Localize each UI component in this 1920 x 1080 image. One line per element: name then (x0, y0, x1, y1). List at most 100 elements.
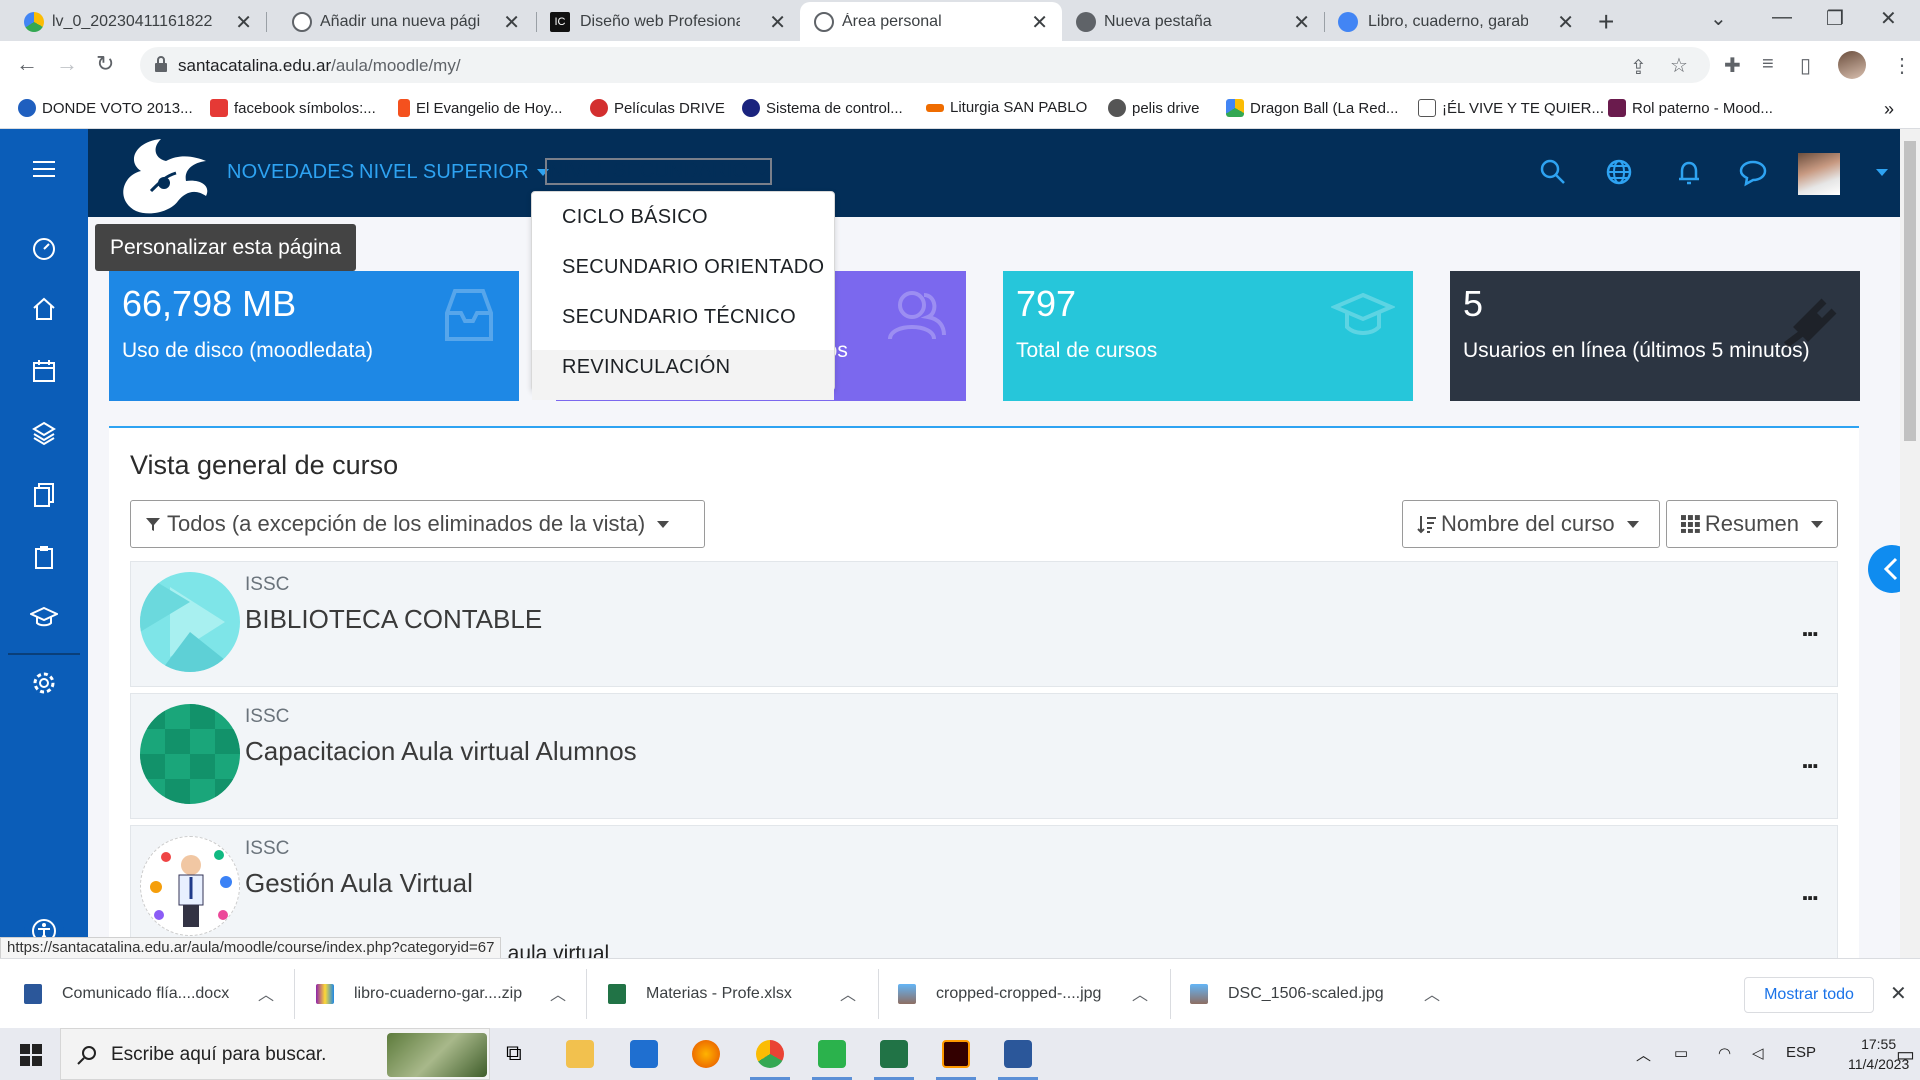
illustrator-icon[interactable] (942, 1040, 970, 1068)
bookmark-item[interactable]: DONDE VOTO 2013... (18, 99, 193, 117)
download-item[interactable]: Comunicado flía....docx (24, 976, 229, 1012)
chevron-up-icon[interactable]: ︿ (1424, 981, 1440, 1005)
close-icon[interactable]: ✕ (1031, 10, 1048, 35)
close-icon[interactable]: ✕ (1557, 10, 1574, 35)
battery-icon[interactable]: ▭ (1674, 1044, 1688, 1062)
user-menu-caret-icon[interactable] (1876, 169, 1888, 176)
messages-chat-icon[interactable] (1738, 157, 1768, 187)
share-icon[interactable]: ⇪ (1630, 55, 1647, 80)
course-actions-menu[interactable]: ... (1801, 612, 1819, 643)
sort-dropdown[interactable]: Nombre del curso (1402, 500, 1660, 548)
nav-novedades[interactable]: NOVEDADES (227, 161, 354, 184)
close-icon[interactable]: ✕ (1890, 981, 1907, 1006)
clipboard-icon[interactable] (30, 543, 58, 571)
close-icon[interactable]: ✕ (235, 10, 252, 35)
menu-dots-icon[interactable]: ⋮ (1892, 53, 1912, 78)
bookmark-item[interactable]: ¡ÉL VIVE Y TE QUIER... (1418, 99, 1604, 117)
bookmark-star-icon[interactable]: ☆ (1670, 53, 1688, 78)
word-icon[interactable] (1004, 1040, 1032, 1068)
forward-arrow-icon[interactable]: → (56, 51, 78, 77)
dropdown-item-ciclo-basico[interactable]: CICLO BÁSICO (532, 200, 834, 250)
course-name-link[interactable]: Gestión Aula Virtual (245, 868, 473, 899)
download-item[interactable]: Materias - Profe.xlsx (608, 976, 792, 1012)
site-logo[interactable] (106, 131, 216, 217)
chevron-up-icon[interactable]: ︿ (258, 981, 274, 1005)
close-icon[interactable]: ✕ (769, 10, 786, 35)
wifi-icon[interactable]: ◠ (1718, 1044, 1731, 1062)
excel-icon[interactable] (880, 1040, 908, 1068)
tray-chevron-up-icon[interactable]: ︿ (1636, 1044, 1651, 1065)
tab-add-page[interactable]: Añadir una nueva página ✕ (268, 2, 534, 41)
notification-bell-icon[interactable] (1674, 157, 1704, 187)
chevron-up-icon[interactable]: ︿ (840, 981, 856, 1005)
address-bar[interactable]: santacatalina.edu.ar/aula/moodle/my/ ⇪ ☆ (140, 47, 1710, 83)
download-item[interactable]: libro-cuaderno-gar....zip (316, 976, 522, 1012)
bookmark-item[interactable]: Rol paterno - Mood... (1608, 99, 1773, 117)
close-icon[interactable]: ✕ (503, 10, 520, 35)
bookmark-item[interactable]: Dragon Ball (La Red... (1226, 99, 1398, 117)
bookmark-item[interactable]: Liturgia SAN PABLO (926, 99, 1087, 116)
chevron-up-icon[interactable]: ︿ (1132, 981, 1148, 1005)
tab-diseno-web[interactable]: IC Diseño web Profesional con ✕ (538, 2, 800, 41)
reload-icon[interactable]: ↻ (96, 51, 114, 77)
dropdown-item-revinculacion[interactable]: REVINCULACIÓN (532, 350, 834, 400)
chrome-icon[interactable] (756, 1040, 784, 1068)
course-item[interactable]: ISSC BIBLIOTECA CONTABLE ... (130, 561, 1838, 687)
course-actions-menu[interactable]: ... (1801, 744, 1819, 775)
show-all-downloads-button[interactable]: Mostrar todo (1744, 977, 1874, 1013)
hamburger-menu-icon[interactable] (30, 155, 58, 183)
windows-start-icon[interactable] (20, 1044, 42, 1066)
tab-area-personal[interactable]: Área personal ✕ (800, 2, 1062, 41)
settings-gear-icon[interactable] (30, 669, 58, 697)
mail-icon[interactable] (630, 1040, 658, 1068)
home-icon[interactable] (30, 295, 58, 323)
course-name-link[interactable]: Capacitacion Aula virtual Alumnos (245, 736, 637, 767)
dropdown-item-secundario-tecnico[interactable]: SECUNDARIO TÉCNICO (532, 300, 834, 350)
bookmark-item[interactable]: El Evangelio de Hoy... (398, 99, 562, 117)
firefox-icon[interactable] (692, 1040, 720, 1068)
tab-video[interactable]: lv_0_20230411161822.mp4 ✕ (0, 2, 266, 41)
tab-nueva-pestana[interactable]: Nueva pestaña ✕ (1062, 2, 1324, 41)
language-indicator[interactable]: ESP (1786, 1044, 1816, 1061)
scrollbar-thumb[interactable] (1904, 141, 1916, 441)
user-avatar[interactable] (1798, 153, 1840, 195)
file-explorer-icon[interactable] (566, 1040, 594, 1068)
course-item[interactable]: ISSC Capacitacion Aula virtual Alumnos .… (130, 693, 1838, 819)
tab-search-chevron-icon[interactable]: ⌄ (1710, 6, 1727, 31)
side-panel-icon[interactable]: ▯ (1800, 53, 1811, 78)
bookmark-item[interactable]: Películas DRIVE (590, 99, 725, 117)
bookmark-item[interactable]: Sistema de control... (742, 99, 903, 117)
media-queue-icon[interactable]: ≡ (1762, 53, 1774, 76)
close-icon[interactable]: ✕ (1293, 10, 1310, 35)
dropdown-item-secundario-orientado[interactable]: SECUNDARIO ORIENTADO (532, 250, 834, 300)
block-drawer-toggle[interactable] (1868, 545, 1900, 593)
download-item[interactable]: DSC_1506-scaled.jpg (1190, 976, 1384, 1012)
graduation-cap-icon[interactable] (30, 603, 58, 631)
minimize-icon[interactable]: — (1772, 6, 1792, 29)
taskbar-search-box[interactable]: Escribe aquí para buscar. (60, 1028, 490, 1080)
extensions-puzzle-icon[interactable]: ✚ (1724, 53, 1741, 78)
chevron-up-icon[interactable]: ︿ (550, 981, 566, 1005)
dashboard-gauge-icon[interactable] (30, 235, 58, 263)
task-view-icon[interactable]: ⧉ (506, 1040, 534, 1068)
page-scrollbar[interactable] (1900, 129, 1920, 958)
app-icon[interactable] (818, 1040, 846, 1068)
profile-avatar[interactable] (1838, 51, 1866, 79)
search-icon[interactable] (1538, 157, 1568, 187)
files-icon[interactable] (30, 481, 58, 509)
layers-icon[interactable] (30, 419, 58, 447)
course-actions-menu[interactable]: ... (1801, 876, 1819, 907)
download-item[interactable]: cropped-cropped-....jpg (898, 976, 1101, 1012)
nav-nivel-secundario[interactable]: NIVEL SECUNDARIO (545, 158, 773, 185)
nav-nivel-superior[interactable]: NIVEL SUPERIOR (359, 161, 549, 184)
view-dropdown[interactable]: Resumen (1666, 500, 1838, 548)
bookmark-item[interactable]: facebook símbolos:... (210, 99, 376, 117)
tab-libro[interactable]: Libro, cuaderno, garabato, ✕ (1326, 2, 1588, 41)
calendar-icon[interactable] (30, 357, 58, 385)
volume-icon[interactable]: ◁ (1752, 1044, 1764, 1062)
notifications-icon[interactable]: ▭ (1896, 1042, 1915, 1067)
back-arrow-icon[interactable]: ← (16, 51, 38, 77)
filter-dropdown[interactable]: Todos (a excepción de los eliminados de … (130, 500, 705, 548)
language-globe-icon[interactable] (1604, 157, 1634, 187)
bookmark-item[interactable]: pelis drive (1108, 99, 1200, 117)
